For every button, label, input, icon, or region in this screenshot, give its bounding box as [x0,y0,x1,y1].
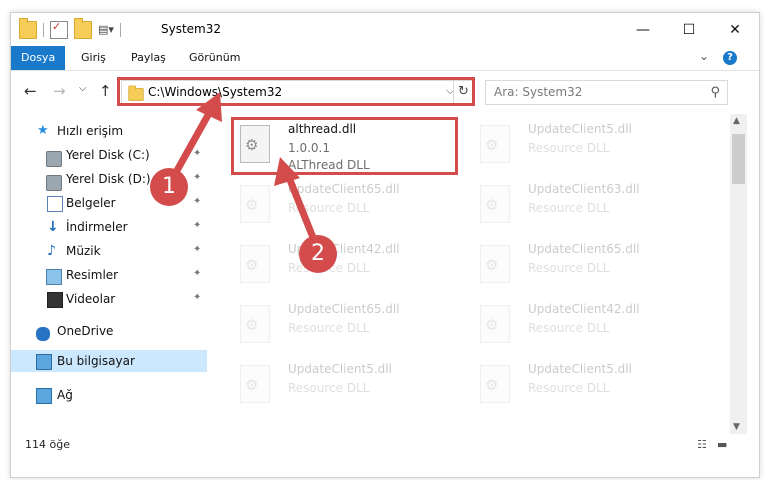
step-2-badge: 2 [299,235,337,273]
annotation-arrows [166,92,322,254]
step-1-badge: 1 [150,168,188,206]
